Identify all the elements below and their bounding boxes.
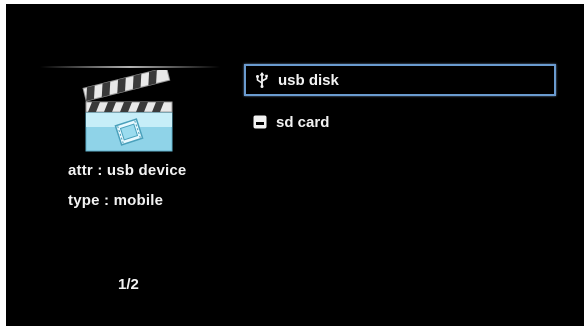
- device-type-text: type : mobile: [68, 192, 164, 209]
- device-item-label: sd card: [276, 113, 330, 131]
- left-panel-divider: [40, 66, 220, 68]
- page-indicator: 1/2: [118, 276, 139, 293]
- sd-card-icon: [252, 114, 268, 130]
- device-attr-text: attr : usb device: [68, 162, 187, 179]
- device-item-sd-card[interactable]: sd card: [244, 106, 556, 138]
- media-browser-screen: attr : usb device type : mobile 1/2 usb …: [6, 4, 584, 326]
- device-item-usb-disk[interactable]: usb disk: [244, 64, 556, 96]
- clapperboard-icon: [82, 66, 174, 154]
- usb-icon: [254, 72, 270, 88]
- device-item-label: usb disk: [278, 71, 339, 89]
